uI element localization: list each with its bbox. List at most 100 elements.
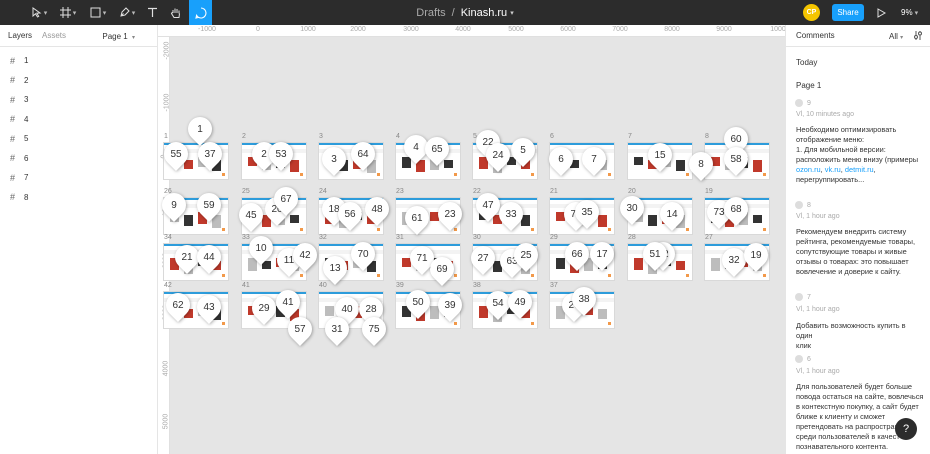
- frame-tool[interactable]: ▾: [55, 0, 81, 25]
- hand-tool[interactable]: [166, 0, 186, 25]
- frame-label[interactable]: 41: [242, 282, 250, 289]
- comment-pin[interactable]: 19: [739, 238, 773, 272]
- frame-label[interactable]: 27: [705, 234, 713, 241]
- comment-pin[interactable]: 8: [684, 147, 718, 181]
- comment-tool[interactable]: [189, 0, 212, 25]
- file-name[interactable]: Kinash.ru: [461, 7, 507, 19]
- frame-label[interactable]: 19: [705, 188, 713, 195]
- frame-label[interactable]: 21: [550, 188, 558, 195]
- frame-label[interactable]: 28: [628, 234, 636, 241]
- comment-pin[interactable]: 45: [234, 198, 268, 232]
- page-selector[interactable]: Page 1 ▾: [102, 32, 135, 41]
- tab-assets[interactable]: Assets: [42, 31, 66, 40]
- comment-pin[interactable]: 31: [320, 312, 354, 346]
- comment-pin[interactable]: 38: [567, 282, 601, 316]
- comment-pin[interactable]: 7: [577, 142, 611, 176]
- frame-label[interactable]: 23: [396, 188, 404, 195]
- canvas[interactable]: -1000 0 1000 2000 3000 4000 5000 6000 7000 8000 90…: [158, 25, 785, 454]
- frame-label[interactable]: 32: [319, 234, 327, 241]
- comment-link[interactable]: ozon.ru: [796, 165, 821, 174]
- frame-label[interactable]: 2: [242, 133, 246, 140]
- comment-link[interactable]: detmit.ru: [845, 165, 874, 174]
- layer-item[interactable]: #2: [0, 71, 157, 91]
- shape-tool[interactable]: ▾: [85, 0, 111, 25]
- comment-pin[interactable]: 55: [159, 137, 193, 171]
- avatar[interactable]: СР: [803, 4, 820, 21]
- comment-pin[interactable]: 24: [481, 138, 515, 172]
- comment-pin[interactable]: 39: [433, 288, 467, 322]
- comment-pin[interactable]: 42: [288, 238, 322, 272]
- present-button[interactable]: [872, 0, 890, 25]
- comments-filter[interactable]: All ▾: [889, 32, 903, 41]
- layer-item[interactable]: #6: [0, 149, 157, 169]
- comment-pin[interactable]: 67: [269, 182, 303, 216]
- comment-pin[interactable]: 58: [719, 142, 753, 176]
- layer-item[interactable]: #1: [0, 51, 157, 71]
- move-tool[interactable]: ▾: [26, 0, 52, 25]
- frame-label[interactable]: 24: [319, 188, 327, 195]
- comment-pin[interactable]: 37: [193, 137, 227, 171]
- frame-label[interactable]: 42: [164, 282, 172, 289]
- breadcrumb-drafts[interactable]: Drafts: [416, 7, 445, 19]
- frame-label[interactable]: 29: [550, 234, 558, 241]
- comment-pin[interactable]: 27: [466, 241, 500, 275]
- frame-label[interactable]: 37: [550, 282, 558, 289]
- zoom-control[interactable]: 9% ▾: [901, 0, 918, 25]
- frame-label[interactable]: 38: [473, 282, 481, 289]
- comment-pin[interactable]: 33: [494, 197, 528, 231]
- frame-label[interactable]: 40: [319, 282, 327, 289]
- frame-label[interactable]: 3: [319, 133, 323, 140]
- frame-label[interactable]: 30: [473, 234, 481, 241]
- frame-label[interactable]: 20: [628, 188, 636, 195]
- frame-label[interactable]: 6: [550, 133, 554, 140]
- frame-label[interactable]: 25: [242, 188, 250, 195]
- comment-pin[interactable]: 49: [503, 285, 537, 319]
- comment-pin[interactable]: 69: [425, 252, 459, 286]
- comment-pin[interactable]: 10: [244, 231, 278, 265]
- comment-pin[interactable]: 41: [271, 285, 305, 319]
- layer-item[interactable]: #8: [0, 188, 157, 208]
- comment-pin[interactable]: 23: [433, 197, 467, 231]
- share-button[interactable]: Share: [832, 4, 864, 21]
- sliders-icon[interactable]: [913, 30, 923, 43]
- frame-label[interactable]: 39: [396, 282, 404, 289]
- comment-pin[interactable]: 5: [506, 133, 540, 167]
- layer-item[interactable]: #4: [0, 110, 157, 130]
- comment-pin[interactable]: 14: [655, 197, 689, 231]
- comment-pin[interactable]: 53: [264, 137, 298, 171]
- text-tool[interactable]: [142, 0, 162, 25]
- comment-pin[interactable]: 17: [585, 237, 619, 271]
- comment-pin[interactable]: 25: [509, 238, 543, 272]
- frame-label[interactable]: 8: [705, 133, 709, 140]
- comment-pin[interactable]: 51: [638, 237, 672, 271]
- frame-label[interactable]: 31: [396, 234, 404, 241]
- comment-pin[interactable]: 50: [401, 285, 435, 319]
- frame-label[interactable]: 4: [396, 133, 400, 140]
- comment-pin[interactable]: 30: [615, 191, 649, 225]
- comment-pin[interactable]: 35: [570, 195, 604, 229]
- comment-pin[interactable]: 64: [346, 137, 380, 171]
- comment-pin[interactable]: 75: [357, 312, 391, 346]
- comment-pin[interactable]: 68: [719, 192, 753, 226]
- comment-pin[interactable]: 70: [346, 237, 380, 271]
- frame-label[interactable]: 7: [628, 133, 632, 140]
- layer-item[interactable]: #3: [0, 90, 157, 110]
- comment-link[interactable]: vk.ru: [825, 165, 841, 174]
- frame-label[interactable]: 34: [164, 234, 172, 241]
- comment-pin[interactable]: 56: [333, 197, 367, 231]
- pen-tool[interactable]: ▾: [114, 0, 140, 25]
- chevron-down-icon[interactable]: ▾: [510, 9, 514, 17]
- comment-pin[interactable]: 44: [192, 240, 226, 274]
- comment-pin[interactable]: 57: [283, 312, 317, 346]
- comment-pin[interactable]: 43: [192, 290, 226, 324]
- comment-pin[interactable]: 62: [161, 288, 195, 322]
- frame-label[interactable]: 1: [164, 133, 168, 140]
- comment-pin[interactable]: 3: [317, 142, 351, 176]
- layer-item[interactable]: #5: [0, 129, 157, 149]
- comment-pin[interactable]: 65: [420, 132, 454, 166]
- layer-item[interactable]: #7: [0, 168, 157, 188]
- tab-layers[interactable]: Layers: [8, 31, 32, 40]
- comment-pin[interactable]: 6: [544, 142, 578, 176]
- comment-pin[interactable]: 15: [643, 138, 677, 172]
- comment-pin[interactable]: 61: [400, 201, 434, 235]
